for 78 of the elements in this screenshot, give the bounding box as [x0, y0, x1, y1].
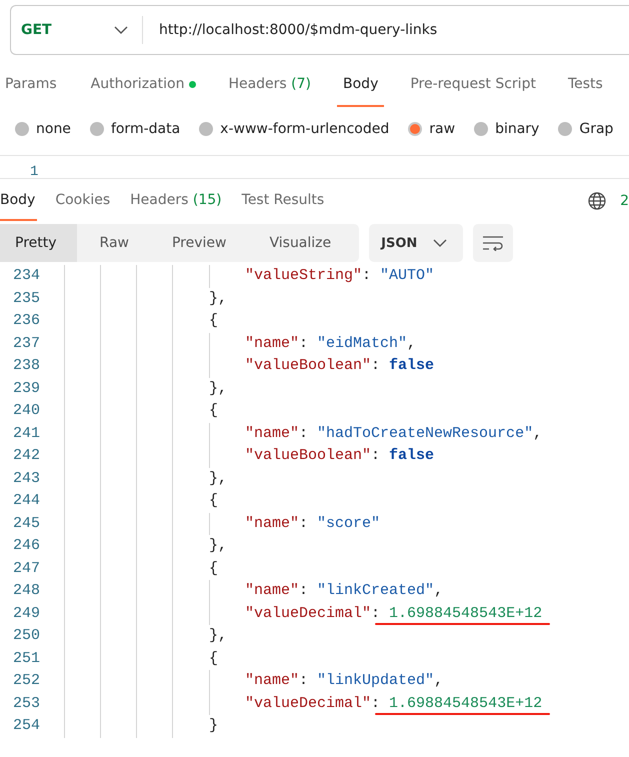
code-text: } — [209, 716, 218, 736]
code-text: { — [209, 491, 218, 511]
line-number: 249 — [12, 604, 40, 624]
request-tab[interactable]: Tests — [562, 63, 609, 107]
line-number: 252 — [12, 671, 40, 691]
line-number: 1 — [30, 164, 38, 178]
code-text: "name": "score" — [245, 514, 380, 534]
radio-label: binary — [495, 121, 540, 137]
code-text: { — [209, 311, 218, 331]
code-text: }, — [209, 288, 228, 308]
view-mode-tab[interactable]: Raw — [84, 224, 149, 262]
line-number: 235 — [12, 288, 40, 308]
line-number: 242 — [12, 446, 40, 466]
line-number: 251 — [12, 648, 40, 668]
chevron-icon — [114, 26, 128, 34]
line-number: 246 — [12, 536, 40, 556]
code-text: "valueString": "AUTO" — [245, 266, 434, 286]
request-tab[interactable]: Authorization — [84, 63, 202, 107]
radio-label: Grap — [579, 121, 614, 137]
line-number: 248 — [12, 581, 40, 601]
response-tab[interactable]: Cookies — [53, 181, 112, 221]
url-field[interactable]: http://localhost:8000/$mdm-query-links — [143, 22, 438, 38]
radio-button[interactable] — [408, 122, 422, 136]
code-text: "name": "eidMatch", — [245, 334, 416, 354]
line-number: 240 — [12, 401, 40, 421]
code-text: "valueBoolean": false — [245, 356, 434, 376]
request-tab[interactable]: Params — [0, 63, 63, 107]
response-tab[interactable]: Body — [0, 181, 38, 221]
line-number: 234 — [12, 266, 40, 286]
wrap-lines-button[interactable] — [473, 224, 514, 262]
code-text: }, — [209, 468, 228, 488]
radio-label: none — [36, 121, 71, 137]
radio-label: form-data — [110, 121, 180, 137]
globe-icon[interactable] — [588, 192, 606, 210]
code-text: }, — [209, 536, 228, 556]
radio-label: x-www-form-urlencoded — [220, 121, 390, 137]
chevron-icon — [433, 239, 448, 247]
line-number: 253 — [12, 694, 40, 714]
method-dropdown[interactable]: GET — [11, 16, 143, 44]
view-mode-tab[interactable]: Visualize — [254, 224, 352, 262]
status-code: 2 — [620, 193, 629, 209]
radio-button[interactable] — [90, 122, 104, 136]
code-text: { — [209, 648, 218, 668]
line-number: 254 — [12, 716, 40, 736]
line-number: 245 — [12, 514, 40, 534]
line-number: 236 — [12, 311, 40, 331]
line-number: 239 — [12, 378, 40, 398]
wrap-lines-icon — [482, 235, 504, 251]
line-number: 241 — [12, 424, 40, 444]
line-number: 244 — [12, 491, 40, 511]
radio-button[interactable] — [199, 122, 214, 136]
request-tab[interactable]: Pre-request Script — [404, 63, 542, 107]
code-text: { — [209, 558, 218, 578]
code-text: "valueBoolean": false — [245, 446, 434, 466]
line-number: 237 — [12, 334, 40, 354]
line-number: 247 — [12, 558, 40, 578]
request-tab[interactable]: Headers (7) — [222, 63, 318, 107]
line-number: 238 — [12, 356, 40, 376]
view-mode-tab[interactable]: Pretty — [0, 224, 77, 262]
code-text: { — [209, 401, 218, 421]
code-text: }, — [209, 626, 228, 646]
format-dropdown[interactable]: JSON — [369, 224, 464, 262]
radio-button[interactable] — [558, 122, 572, 136]
code-text: "name": "linkUpdated", — [245, 671, 444, 691]
view-mode-tab[interactable]: Preview — [156, 224, 246, 262]
radio-button[interactable] — [15, 122, 29, 136]
code-text: "name": "hadToCreateNewResource", — [245, 424, 542, 444]
request-tab[interactable]: Body — [337, 63, 384, 107]
radio-button[interactable] — [474, 122, 488, 136]
radio-label: raw — [429, 121, 456, 137]
code-text: "valueDecimal": 1.69884548543E+12 — [245, 604, 542, 624]
code-text: "valueDecimal": 1.69884548543E+12 — [245, 694, 542, 714]
response-tab[interactable]: Headers (15) — [128, 181, 224, 221]
response-tab[interactable]: Test Results — [240, 181, 326, 221]
line-number: 250 — [12, 626, 40, 646]
code-text: "name": "linkCreated", — [245, 581, 444, 601]
line-number: 243 — [12, 468, 40, 488]
code-text: }, — [209, 378, 228, 398]
